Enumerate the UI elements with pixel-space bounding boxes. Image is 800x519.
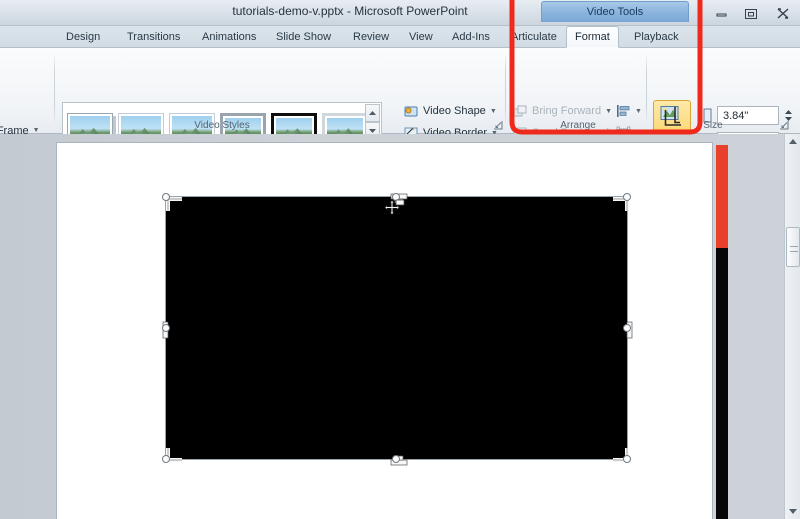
vertical-scrollbar[interactable]: [784, 134, 800, 519]
scroll-up-icon: [788, 139, 797, 144]
video-shape-button[interactable]: Video Shape ▼: [404, 102, 497, 120]
dialog-launcher-icon: [493, 120, 502, 129]
chevron-down-icon: ▼: [489, 107, 497, 115]
selection-handle-e[interactable]: [623, 324, 631, 332]
tab-design[interactable]: Design: [58, 26, 108, 48]
tab-playback[interactable]: Playback: [626, 26, 687, 48]
selection-handle-nw[interactable]: [162, 193, 170, 201]
selection-handle-sw[interactable]: [162, 455, 170, 463]
tab-add-ins[interactable]: Add-Ins: [444, 26, 498, 48]
scroll-down-icon: [788, 509, 797, 514]
group-separator: [54, 53, 55, 125]
scroll-up-button[interactable]: [785, 134, 800, 149]
align-button[interactable]: ▼: [616, 102, 650, 120]
scroll-thumb[interactable]: [786, 227, 800, 267]
video-shape-icon: [404, 106, 418, 116]
close-button[interactable]: [772, 5, 794, 21]
video-styles-group-label: Video Styles: [194, 120, 250, 131]
tab-view[interactable]: View: [401, 26, 441, 48]
arrange-group-label: Arrange: [560, 120, 596, 131]
contextual-tab-label: Video Tools: [586, 6, 644, 18]
crop-edge-handles: [162, 193, 633, 466]
video-styles-dialog-launcher[interactable]: [492, 119, 503, 130]
crop-corner-handles: [166, 197, 629, 462]
chevron-down-icon: ▼: [32, 127, 40, 134]
minimize-button[interactable]: [710, 5, 732, 21]
chevron-down-icon: ▼: [605, 107, 613, 115]
selection-handle-w[interactable]: [162, 324, 170, 332]
group-separator: [646, 53, 647, 125]
minimize-icon: [716, 13, 726, 16]
scroll-down-button[interactable]: [785, 504, 800, 519]
move-cursor: [383, 199, 405, 216]
ribbon-tab-strip: Design Transitions Animations Slide Show…: [0, 26, 800, 71]
align-icon: [617, 104, 630, 117]
contextual-tab-banner: Video Tools: [541, 1, 689, 22]
restore-button[interactable]: [740, 5, 762, 21]
crop-handle-cursor: [395, 199, 405, 206]
size-group-label: Size: [703, 120, 723, 131]
tab-slide-show[interactable]: Slide Show: [268, 26, 339, 48]
tab-articulate[interactable]: Articulate: [503, 26, 565, 48]
selection-handle-ne[interactable]: [623, 193, 631, 201]
close-icon: [777, 7, 789, 19]
tab-format[interactable]: Format: [566, 26, 619, 48]
tab-animations[interactable]: Animations: [194, 26, 264, 48]
bring-forward-button[interactable]: Bring Forward ▼: [513, 102, 612, 120]
size-dialog-launcher[interactable]: [778, 119, 789, 130]
dialog-launcher-icon: [779, 120, 788, 129]
bring-forward-icon: [513, 105, 527, 116]
ribbon: r ▼ er Frame ▼ t Design ▼: [0, 48, 800, 161]
bring-forward-label: Bring Forward: [532, 105, 602, 117]
group-separator: [505, 53, 506, 125]
crop-selection-overlay[interactable]: [155, 186, 640, 474]
restore-icon: [745, 8, 757, 19]
selection-handle-s[interactable]: [392, 455, 400, 463]
tab-review[interactable]: Review: [345, 26, 397, 48]
selection-handle-se[interactable]: [623, 455, 631, 463]
tab-transitions[interactable]: Transitions: [119, 26, 188, 48]
right-red-strip: [716, 145, 728, 248]
chevron-down-icon: ▼: [635, 107, 642, 115]
video-shape-label: Video Shape: [423, 105, 486, 117]
caret-up-icon: [369, 110, 376, 115]
right-black-strip: [716, 248, 728, 519]
spinner-up-icon: [784, 110, 792, 114]
